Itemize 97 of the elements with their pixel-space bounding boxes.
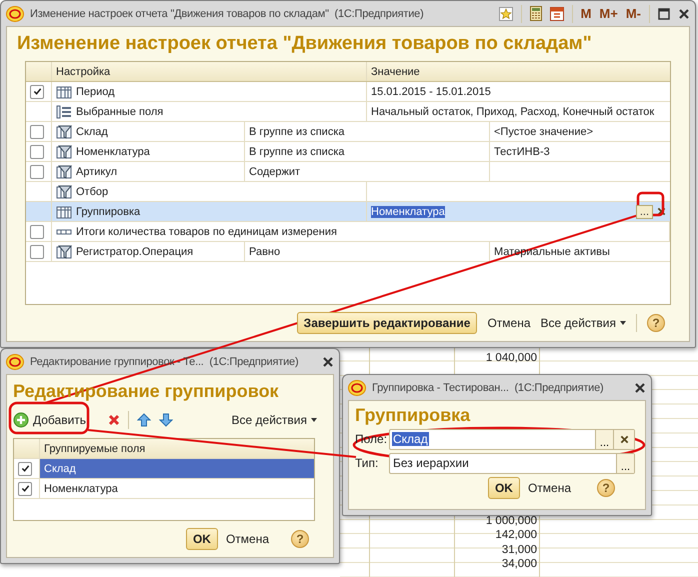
filter-condition: Равно — [249, 246, 280, 258]
column-header[interactable]: Значение — [371, 66, 420, 78]
star-icon[interactable] — [498, 6, 513, 20]
arrow-up-icon[interactable] — [137, 413, 152, 427]
table-icon — [56, 84, 72, 98]
input-field[interactable]: Без иерархии ... — [389, 452, 635, 474]
input-field[interactable]: Склад ... — [389, 428, 635, 450]
settings-row[interactable]: Группировка Номенклатура ... — [26, 202, 670, 222]
grouping-row[interactable]: Номенклатура — [14, 479, 314, 499]
clear-icon[interactable] — [620, 434, 628, 444]
settings-row[interactable]: Артикул Содержит — [26, 162, 670, 182]
maximize-icon[interactable] — [658, 8, 670, 20]
report-cell-text: 1 000,000 — [484, 514, 537, 528]
setting-name: Номенклатура — [76, 146, 150, 158]
checkbox[interactable] — [18, 482, 32, 496]
field-name: Номенклатура — [44, 482, 118, 494]
checkbox[interactable] — [30, 224, 44, 238]
actions-menu[interactable]: Все действия — [540, 316, 626, 330]
help-button[interactable]: ? — [647, 314, 665, 332]
report-cell-text: 34,000 — [500, 557, 537, 572]
close-icon[interactable] — [678, 8, 690, 20]
add-button[interactable]: Добавить — [13, 412, 86, 428]
form-heading: Изменение настроек отчета "Движения товаров по складам" — [17, 33, 593, 55]
memory-button[interactable]: M- — [626, 6, 641, 21]
setting-name: Регистратор.Операция — [76, 246, 194, 258]
checkbox[interactable] — [30, 244, 44, 258]
delete-icon[interactable] — [108, 414, 120, 426]
setting-name: Итоги количества товаров по единицам измерения — [76, 226, 337, 238]
checkbox[interactable] — [30, 124, 44, 138]
close-icon[interactable] — [634, 382, 646, 394]
setting-name: Артикул — [76, 166, 118, 178]
setting-name: Период — [76, 86, 115, 98]
logo-icon — [6, 354, 24, 370]
report-cell-text: 1 040,000 — [484, 351, 537, 366]
setting-value: Номенклатура — [371, 206, 445, 218]
column-header[interactable]: Настройка — [56, 66, 110, 78]
filter-condition: Содержит — [249, 166, 300, 178]
filter-icon — [56, 244, 72, 258]
window-title: Редактирование группировок - Те... (1С:Предприятие) — [30, 356, 300, 368]
setting-name: Выбранные поля — [76, 106, 164, 118]
help-button[interactable]: ? — [597, 479, 615, 497]
setting-value: ТестИНВ-3 — [494, 146, 550, 158]
setting-name: Склад — [76, 126, 108, 138]
cancel-button[interactable]: Отмена — [528, 481, 571, 495]
setting-name: Отбор — [76, 186, 108, 198]
calendar-icon[interactable] — [550, 6, 564, 21]
plus-icon — [13, 412, 29, 428]
memory-button[interactable]: M — [580, 6, 592, 21]
field-label: Тип: — [355, 456, 380, 470]
table-icon — [56, 204, 72, 218]
settings-row[interactable]: Номенклатура В группе из списка ТестИНВ-3 — [26, 142, 670, 162]
settings-row[interactable]: Итоги количества товаров по единицам измерения — [26, 222, 670, 242]
report-cell-text: 31,000 — [500, 542, 537, 558]
field-name: Склад — [44, 462, 76, 474]
checkbox[interactable] — [30, 84, 44, 98]
help-button[interactable]: ? — [291, 530, 309, 548]
memory-button[interactable]: M+ — [599, 6, 618, 21]
settings-row[interactable]: Период 15.01.2015 - 15.01.2015 — [26, 82, 670, 102]
check-icon — [20, 484, 30, 493]
filter-condition: В группе из списка — [249, 126, 345, 138]
settings-row[interactable]: Выбранные поля Начальный остаток, Приход, Расход, Конечный остаток — [26, 102, 670, 122]
filter-icon — [56, 164, 72, 178]
filter-condition: В группе из списка — [249, 146, 345, 158]
checkbox[interactable] — [30, 144, 44, 158]
choice-button[interactable]: ... — [595, 430, 613, 448]
choice-button[interactable]: ... — [616, 454, 634, 472]
checkbox[interactable] — [18, 462, 32, 476]
cancel-button[interactable]: Отмена — [226, 532, 269, 546]
checkbox[interactable] — [30, 164, 44, 178]
logo-icon — [6, 6, 24, 22]
actions-menu[interactable]: Все действия — [232, 413, 317, 427]
close-icon[interactable] — [322, 356, 334, 368]
calculator-icon[interactable] — [530, 6, 542, 21]
choice-button[interactable]: ... — [636, 204, 653, 218]
finish-button[interactable]: Завершить редактирование — [296, 312, 478, 334]
highlight-frame — [636, 192, 664, 216]
window-title: Изменение настроек отчета "Движения товаров по складам" (1С:Предприятие) — [30, 8, 425, 20]
setting-value: Начальный остаток, Приход, Расход, Конечный остаток — [371, 106, 654, 118]
setting-value: 15.01.2015 - 15.01.2015 — [371, 86, 491, 98]
clear-icon[interactable] — [657, 207, 666, 216]
settings-row[interactable]: Склад В группе из списка <Пустое значение> — [26, 122, 670, 142]
logo-icon — [348, 380, 366, 396]
ok-button[interactable]: OK — [186, 528, 218, 550]
setting-value: <Пустое значение> — [494, 126, 594, 138]
ok-button[interactable]: OK — [488, 477, 520, 499]
filter-icon — [56, 124, 72, 138]
check-icon — [20, 464, 30, 473]
form-heading: Группировка — [355, 405, 472, 426]
filter-icon — [56, 144, 72, 158]
filter-icon — [56, 184, 72, 198]
check-icon — [32, 87, 42, 96]
window-title: Группировка - Тестирован... (1С:Предприятие) — [372, 382, 604, 394]
cancel-button[interactable]: Отмена — [487, 316, 531, 330]
setting-name: Группировка — [76, 206, 140, 218]
report-cell-text: 142,000 — [494, 528, 537, 543]
arrow-down-icon[interactable] — [159, 413, 174, 427]
list-icon — [56, 104, 72, 118]
